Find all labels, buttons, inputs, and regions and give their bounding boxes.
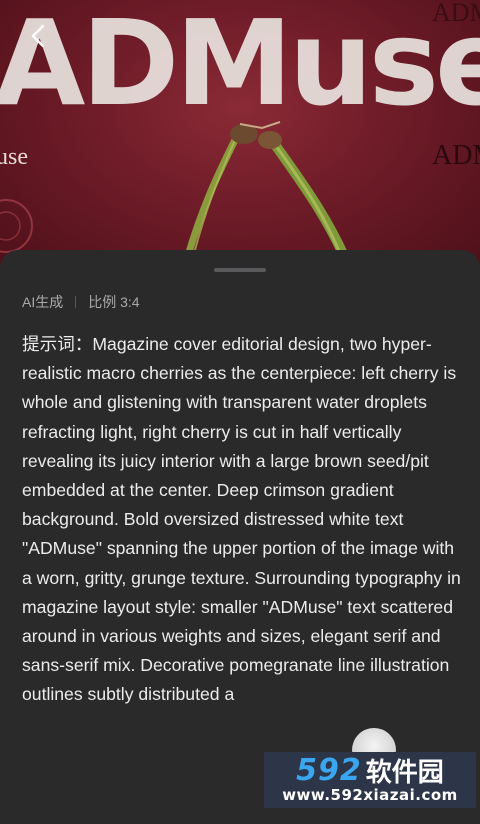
prompt-detail-sheet: AI生成 比例 3:4 提示词：Magazine cover editorial… xyxy=(0,250,480,824)
image-meta-row: AI生成 比例 3:4 xyxy=(22,292,140,312)
prompt-text: Magazine cover editorial design, two hyp… xyxy=(22,334,461,705)
watermark-url: www.592xiazai.com xyxy=(282,786,458,804)
ai-generated-label: AI生成 xyxy=(22,294,64,310)
cherry-stems-illustration xyxy=(0,121,355,270)
aspect-ratio-label: 比例 3:4 xyxy=(88,294,140,310)
back-button[interactable] xyxy=(22,20,54,52)
prompt-text-area[interactable]: 提示词：Magazine cover editorial design, two… xyxy=(22,330,462,770)
prompt-paragraph: 提示词：Magazine cover editorial design, two… xyxy=(22,330,462,710)
meta-divider xyxy=(75,296,77,308)
watermark-logo: 592 软件园 www.592xiazai.com xyxy=(264,752,476,808)
watermark-name: 软件园 xyxy=(365,757,444,788)
chevron-left-icon xyxy=(31,24,45,48)
cover-image: ADMuse ADM ADM use xyxy=(0,0,480,270)
prompt-label: 提示词： xyxy=(22,334,93,354)
watermark-number: 592 xyxy=(296,752,362,788)
sheet-drag-handle[interactable] xyxy=(214,268,266,272)
